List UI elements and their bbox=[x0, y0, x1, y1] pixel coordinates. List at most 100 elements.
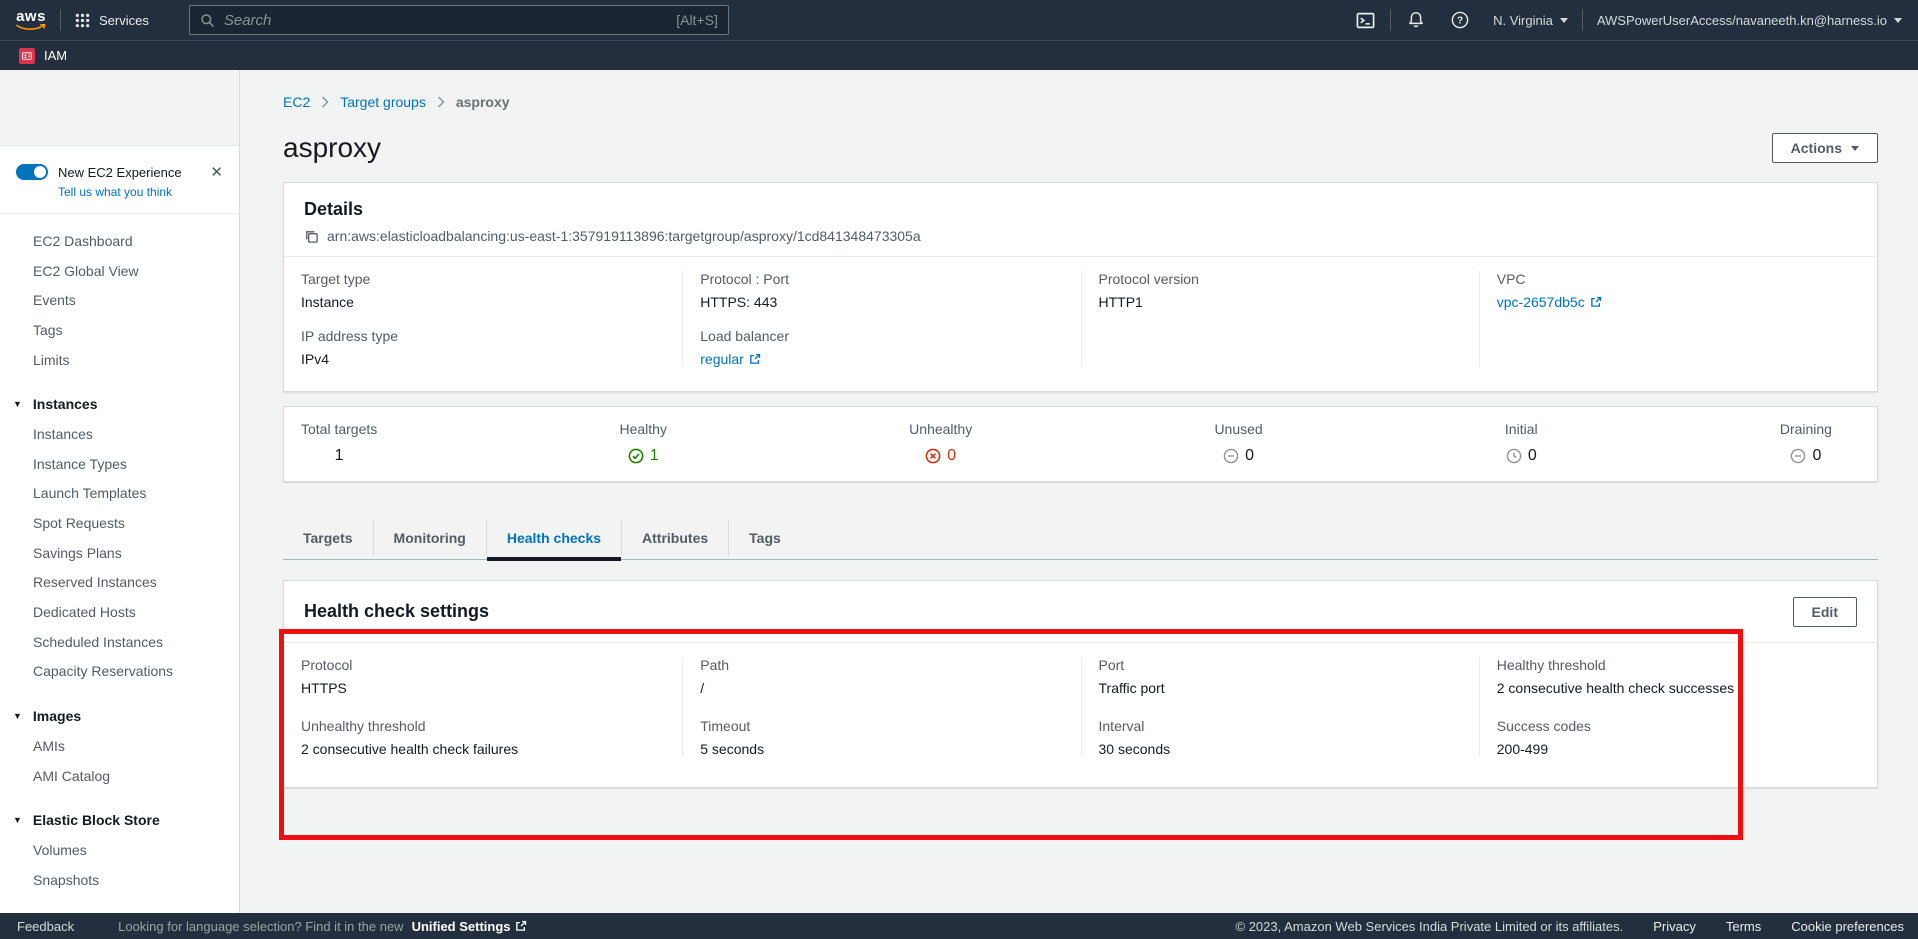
sidebar-item-volumes[interactable]: Volumes bbox=[0, 835, 239, 865]
favorite-iam-link[interactable]: IAM bbox=[44, 48, 67, 63]
x-circle-icon bbox=[925, 448, 941, 464]
health-check-column: ProtocolHTTPS Unhealthy threshold2 conse… bbox=[284, 657, 682, 757]
health-check-grid: ProtocolHTTPS Unhealthy threshold2 conse… bbox=[284, 643, 1877, 787]
sidebar-item-instance-types[interactable]: Instance Types bbox=[0, 449, 239, 479]
aws-logo[interactable]: aws bbox=[16, 9, 46, 31]
feedback-button[interactable]: Feedback bbox=[17, 919, 74, 934]
summary-value: 0 bbox=[1780, 447, 1832, 465]
field-label: Path bbox=[700, 657, 1063, 673]
sidebar-section-elastic-block-store[interactable]: ▼ Elastic Block Store bbox=[0, 805, 239, 835]
caret-down-icon: ▼ bbox=[13, 399, 22, 409]
sidebar-item-reserved-instances[interactable]: Reserved Instances bbox=[0, 568, 239, 598]
sidebar-item-ec2-dashboard[interactable]: EC2 Dashboard bbox=[0, 226, 239, 256]
sidebar-item-ec2-global-view[interactable]: EC2 Global View bbox=[0, 256, 239, 286]
page-title: asproxy bbox=[283, 132, 381, 164]
tab-health-checks[interactable]: Health checks bbox=[487, 516, 621, 559]
health-check-title: Health check settings bbox=[304, 601, 489, 622]
section-label: Elastic Block Store bbox=[33, 812, 160, 828]
new-experience-row: New EC2 Experience ✕ bbox=[0, 164, 239, 180]
field-value: 5 seconds bbox=[700, 741, 1063, 757]
health-check-settings-card: Health check settings Edit ProtocolHTTPS… bbox=[283, 580, 1878, 788]
region-label: N. Virginia bbox=[1493, 13, 1553, 28]
sidebar-item-spot-requests[interactable]: Spot Requests bbox=[0, 508, 239, 538]
field-value: 200-499 bbox=[1497, 741, 1860, 757]
aws-smile-icon bbox=[16, 24, 46, 31]
chevron-down-icon bbox=[1894, 18, 1902, 23]
details-header: Details arn:aws:elasticloadbalancing:us-… bbox=[284, 183, 1877, 257]
details-column: Protocol versionHTTP1 bbox=[1081, 271, 1479, 367]
sidebar-item-dedicated-hosts[interactable]: Dedicated Hosts bbox=[0, 597, 239, 627]
caret-down-icon: ▼ bbox=[13, 815, 22, 825]
unified-settings-link[interactable]: Unified Settings bbox=[412, 919, 527, 934]
feedback-link[interactable]: Tell us what you think bbox=[58, 185, 239, 199]
footer: Feedback Looking for language selection?… bbox=[0, 913, 1918, 939]
new-experience-toggle[interactable] bbox=[16, 164, 48, 180]
field-label: Interval bbox=[1099, 718, 1462, 734]
cloudshell-button[interactable] bbox=[1354, 11, 1376, 30]
close-icon[interactable]: ✕ bbox=[210, 165, 223, 180]
actions-button[interactable]: Actions bbox=[1772, 133, 1878, 163]
global-search[interactable]: [Alt+S] bbox=[189, 5, 729, 35]
sidebar-item-tags[interactable]: Tags bbox=[0, 315, 239, 345]
field-value: IPv4 bbox=[301, 351, 665, 367]
search-icon bbox=[200, 13, 215, 28]
sidebar-item-events[interactable]: Events bbox=[0, 285, 239, 315]
sidebar-item-launch-templates[interactable]: Launch Templates bbox=[0, 479, 239, 509]
search-input[interactable] bbox=[224, 12, 667, 29]
field-label: IP address type bbox=[301, 328, 665, 344]
cookie-preferences-link[interactable]: Cookie preferences bbox=[1791, 919, 1904, 934]
field-value: Instance bbox=[301, 294, 665, 310]
minus-circle-icon bbox=[1790, 448, 1806, 464]
notifications-button[interactable] bbox=[1405, 11, 1427, 29]
field-value: HTTPS bbox=[301, 680, 665, 696]
help-button[interactable]: ? bbox=[1449, 11, 1471, 29]
aws-logo-text: aws bbox=[16, 9, 46, 24]
summary-label: Unhealthy bbox=[909, 421, 972, 437]
summary-label: Healthy bbox=[619, 421, 666, 437]
breadcrumb-target-groups[interactable]: Target groups bbox=[340, 94, 426, 110]
sidebar-item-scheduled-instances[interactable]: Scheduled Instances bbox=[0, 627, 239, 657]
services-label: Services bbox=[99, 13, 149, 28]
health-check-column: Healthy threshold2 consecutive health ch… bbox=[1479, 657, 1877, 757]
svg-text:?: ? bbox=[1457, 16, 1463, 27]
caret-down-icon: ▼ bbox=[13, 711, 22, 721]
sidebar-panel: New EC2 Experience ✕ Tell us what you th… bbox=[0, 145, 239, 913]
account-menu[interactable]: AWSPowerUserAccess/navaneeth.kn@harness.… bbox=[1597, 13, 1902, 28]
summary-label: Total targets bbox=[301, 421, 377, 437]
breadcrumb-ec2[interactable]: EC2 bbox=[283, 94, 310, 110]
load-balancer-link[interactable]: regular bbox=[700, 351, 761, 367]
summary-value: 0 bbox=[909, 447, 972, 465]
sidebar-item-savings-plans[interactable]: Savings Plans bbox=[0, 538, 239, 568]
field-label: Timeout bbox=[700, 718, 1063, 734]
vpc-link[interactable]: vpc-2657db5c bbox=[1497, 294, 1602, 310]
sidebar-item-snapshots[interactable]: Snapshots bbox=[0, 865, 239, 895]
sidebar-section-images[interactable]: ▼Images bbox=[0, 701, 239, 731]
favorites-bar: IAM bbox=[0, 40, 1918, 70]
field-value: 2 consecutive health check failures bbox=[301, 741, 665, 757]
page-header: asproxy Actions bbox=[283, 132, 1878, 164]
sidebar-item-ami-catalog[interactable]: AMI Catalog bbox=[0, 761, 239, 791]
tab-attributes[interactable]: Attributes bbox=[622, 516, 728, 559]
privacy-link[interactable]: Privacy bbox=[1653, 919, 1696, 934]
services-menu-button[interactable]: Services bbox=[75, 13, 149, 28]
tab-monitoring[interactable]: Monitoring bbox=[374, 516, 486, 559]
sidebar-item-amis[interactable]: AMIs bbox=[0, 731, 239, 761]
edit-button[interactable]: Edit bbox=[1793, 597, 1857, 627]
main-content: EC2 Target groups asproxy asproxy Action… bbox=[241, 70, 1918, 913]
region-selector[interactable]: N. Virginia bbox=[1493, 13, 1568, 28]
copy-icon[interactable] bbox=[304, 229, 319, 244]
tab-tags[interactable]: Tags bbox=[729, 516, 801, 559]
summary-value: 1 bbox=[301, 447, 377, 465]
sidebar-item-limits[interactable]: Limits bbox=[0, 345, 239, 375]
breadcrumb: EC2 Target groups asproxy bbox=[283, 94, 1878, 110]
terms-link[interactable]: Terms bbox=[1726, 919, 1761, 934]
sidebar-item-capacity-reservations[interactable]: Capacity Reservations bbox=[0, 657, 239, 687]
language-prompt: Looking for language selection? Find it … bbox=[118, 919, 403, 934]
sidebar-section-instances[interactable]: ▼Instances bbox=[0, 389, 239, 419]
health-check-column: PortTraffic port Interval30 seconds bbox=[1081, 657, 1479, 757]
field-label: Port bbox=[1099, 657, 1462, 673]
tab-targets[interactable]: Targets bbox=[283, 516, 373, 559]
field-value: 2 consecutive health check successes bbox=[1497, 680, 1860, 696]
summary-initial: Initial 0 bbox=[1505, 421, 1538, 465]
sidebar-item-instances[interactable]: Instances bbox=[0, 419, 239, 449]
